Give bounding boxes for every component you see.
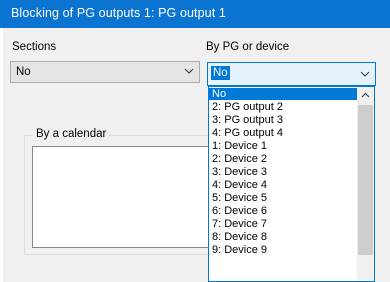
dropdown-option[interactable]: 2: PG output 2 bbox=[209, 101, 359, 113]
dropdown-option[interactable]: 8: Device 8 bbox=[209, 231, 359, 243]
window-title: Blocking of PG outputs 1: PG output 1 bbox=[11, 6, 226, 20]
sections-label: Sections bbox=[12, 41, 57, 53]
dropdown-option[interactable]: 4: Device 4 bbox=[209, 179, 359, 191]
dropdown-option[interactable]: 4: PG output 4 bbox=[209, 127, 359, 139]
dialog-window: Blocking of PG outputs 1: PG output 1 Se… bbox=[0, 0, 390, 282]
calendar-label: By a calendar bbox=[33, 128, 110, 140]
dropdown-option[interactable]: 5: Device 5 bbox=[209, 192, 359, 204]
calendar-list[interactable] bbox=[32, 146, 210, 248]
dropdown-option[interactable]: 2: Device 2 bbox=[209, 153, 359, 165]
dropdown-option[interactable]: 3: Device 3 bbox=[209, 166, 359, 178]
dropdown-option[interactable]: No bbox=[209, 88, 359, 100]
dropdown-option[interactable]: 6: Device 6 bbox=[209, 205, 359, 217]
dropdown-option[interactable]: 9: Device 9 bbox=[209, 244, 359, 256]
by-pg-value: No bbox=[211, 66, 230, 80]
dropdown-option[interactable]: 1: Device 1 bbox=[209, 140, 359, 152]
dropdown-option[interactable]: 7: Device 7 bbox=[209, 218, 359, 230]
sections-value: No bbox=[16, 66, 31, 78]
chevron-down-icon bbox=[360, 71, 370, 77]
by-pg-combobox[interactable]: No bbox=[207, 62, 376, 86]
sections-combobox[interactable]: No bbox=[10, 61, 200, 83]
by-pg-label: By PG or device bbox=[206, 41, 290, 53]
dropdown-option[interactable]: 3: PG output 3 bbox=[209, 114, 359, 126]
right-panel-edge bbox=[376, 95, 390, 282]
chevron-down-icon bbox=[184, 68, 194, 74]
dropdown-scrollbar[interactable] bbox=[357, 87, 374, 281]
title-bar[interactable]: Blocking of PG outputs 1: PG output 1 bbox=[0, 0, 390, 28]
chevron-up-icon[interactable] bbox=[357, 87, 374, 104]
by-pg-dropdown-list[interactable]: No 2: PG output 2 3: PG output 3 4: PG o… bbox=[208, 86, 375, 282]
scrollbar-thumb[interactable] bbox=[358, 105, 373, 255]
